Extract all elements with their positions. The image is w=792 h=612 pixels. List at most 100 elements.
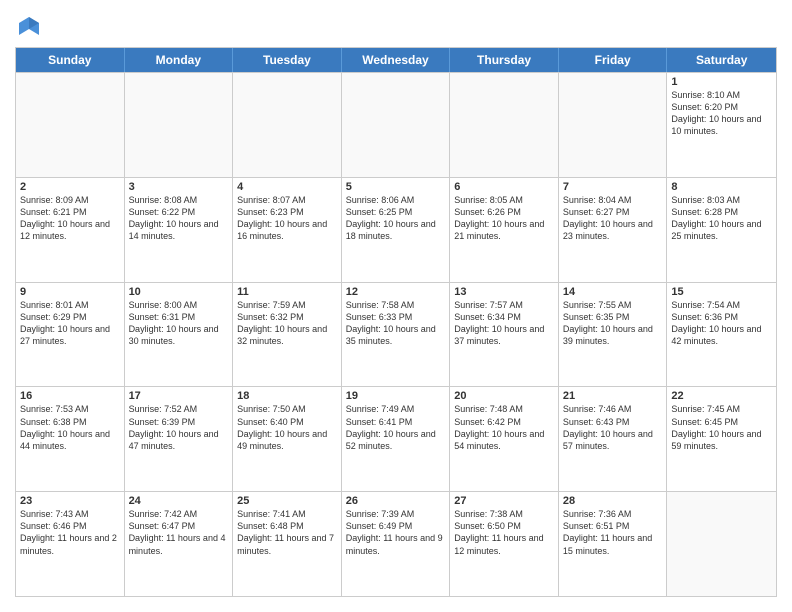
cal-cell: 26 Sunrise: 7:39 AM Sunset: 6:49 PM Dayli… <box>342 492 451 596</box>
cell-info: Sunrise: 7:57 AM Sunset: 6:34 PM Dayligh… <box>454 300 544 346</box>
cell-info: Sunrise: 8:09 AM Sunset: 6:21 PM Dayligh… <box>20 195 110 241</box>
cal-header-thursday: Thursday <box>450 48 559 72</box>
cell-info: Sunrise: 7:55 AM Sunset: 6:35 PM Dayligh… <box>563 300 653 346</box>
cal-cell: 9 Sunrise: 8:01 AM Sunset: 6:29 PM Daylig… <box>16 283 125 387</box>
cal-week-2: 9 Sunrise: 8:01 AM Sunset: 6:29 PM Daylig… <box>16 282 776 387</box>
day-number: 14 <box>563 286 663 298</box>
cal-cell: 19 Sunrise: 7:49 AM Sunset: 6:41 PM Dayli… <box>342 387 451 491</box>
cell-info: Sunrise: 7:38 AM Sunset: 6:50 PM Dayligh… <box>454 509 543 555</box>
cal-cell: 20Sunrise: 7:48 AM Sunset: 6:42 PM Dayli… <box>450 387 559 491</box>
cal-week-4: 23 Sunrise: 7:43 AM Sunset: 6:46 PM Dayli… <box>16 491 776 596</box>
cal-cell <box>342 73 451 177</box>
day-number: 12 <box>346 286 446 298</box>
day-number: 26 <box>346 495 446 507</box>
day-number: 10 <box>129 286 229 298</box>
cell-info: Sunrise: 8:06 AM Sunset: 6:25 PM Dayligh… <box>346 195 436 241</box>
cal-cell <box>667 492 776 596</box>
cell-info: Sunrise: 7:43 AM Sunset: 6:46 PM Dayligh… <box>20 509 117 555</box>
cell-info: Sunrise: 7:42 AM Sunset: 6:47 PM Dayligh… <box>129 509 226 555</box>
day-number: 15 <box>671 286 772 298</box>
cal-cell: 10 Sunrise: 8:00 AM Sunset: 6:31 PM Dayli… <box>125 283 234 387</box>
cell-info: Sunrise: 8:04 AM Sunset: 6:27 PM Dayligh… <box>563 195 653 241</box>
header <box>15 15 777 39</box>
cal-week-3: 16 Sunrise: 7:53 AM Sunset: 6:38 PM Dayli… <box>16 386 776 491</box>
calendar-body: 1 Sunrise: 8:10 AM Sunset: 6:20 PM Daylig… <box>16 72 776 596</box>
cal-cell: 6 Sunrise: 8:05 AM Sunset: 6:26 PM Daylig… <box>450 178 559 282</box>
day-number: 27 <box>454 495 554 507</box>
day-number: 6 <box>454 181 554 193</box>
cal-cell: 11 Sunrise: 7:59 AM Sunset: 6:32 PM Dayli… <box>233 283 342 387</box>
cell-info: Sunrise: 8:03 AM Sunset: 6:28 PM Dayligh… <box>671 195 761 241</box>
day-number: 16 <box>20 390 120 402</box>
cal-header-saturday: Saturday <box>667 48 776 72</box>
cal-cell: 22 Sunrise: 7:45 AM Sunset: 6:45 PM Dayli… <box>667 387 776 491</box>
cal-cell: 16 Sunrise: 7:53 AM Sunset: 6:38 PM Dayli… <box>16 387 125 491</box>
day-number: 13 <box>454 286 554 298</box>
cal-header-monday: Monday <box>125 48 234 72</box>
cal-cell <box>125 73 234 177</box>
cell-info: Sunrise: 7:45 AM Sunset: 6:45 PM Dayligh… <box>671 404 761 450</box>
cell-info: Sunrise: 8:01 AM Sunset: 6:29 PM Dayligh… <box>20 300 110 346</box>
cell-info: Sunrise: 7:58 AM Sunset: 6:33 PM Dayligh… <box>346 300 436 346</box>
cal-cell <box>233 73 342 177</box>
day-number: 25 <box>237 495 337 507</box>
cal-cell: 28 Sunrise: 7:36 AM Sunset: 6:51 PM Dayli… <box>559 492 668 596</box>
cell-info: Sunrise: 7:39 AM Sunset: 6:49 PM Dayligh… <box>346 509 443 555</box>
cell-info: Sunrise: 8:00 AM Sunset: 6:31 PM Dayligh… <box>129 300 219 346</box>
cal-cell: 1 Sunrise: 8:10 AM Sunset: 6:20 PM Daylig… <box>667 73 776 177</box>
page: SundayMondayTuesdayWednesdayThursdayFrid… <box>0 0 792 612</box>
cell-info: Sunrise: 7:59 AM Sunset: 6:32 PM Dayligh… <box>237 300 327 346</box>
cal-cell <box>559 73 668 177</box>
cal-header-sunday: Sunday <box>16 48 125 72</box>
day-number: 4 <box>237 181 337 193</box>
cell-info: Sunrise: 7:52 AM Sunset: 6:39 PM Dayligh… <box>129 404 219 450</box>
day-number: 24 <box>129 495 229 507</box>
day-number: 23 <box>20 495 120 507</box>
cal-cell: 2 Sunrise: 8:09 AM Sunset: 6:21 PM Daylig… <box>16 178 125 282</box>
cal-cell: 25 Sunrise: 7:41 AM Sunset: 6:48 PM Dayli… <box>233 492 342 596</box>
cell-info: Sunrise: 8:08 AM Sunset: 6:22 PM Dayligh… <box>129 195 219 241</box>
cal-cell: 15 Sunrise: 7:54 AM Sunset: 6:36 PM Dayli… <box>667 283 776 387</box>
cal-header-tuesday: Tuesday <box>233 48 342 72</box>
day-number: 2 <box>20 181 120 193</box>
cal-cell: 21Sunrise: 7:46 AM Sunset: 6:43 PM Dayli… <box>559 387 668 491</box>
cell-info: Sunrise: 8:05 AM Sunset: 6:26 PM Dayligh… <box>454 195 544 241</box>
cal-week-1: 2 Sunrise: 8:09 AM Sunset: 6:21 PM Daylig… <box>16 177 776 282</box>
cell-info: Sunrise: 7:53 AM Sunset: 6:38 PM Dayligh… <box>20 404 110 450</box>
cell-info: Sunrise: 7:50 AM Sunset: 6:40 PM Dayligh… <box>237 404 327 450</box>
cal-cell: 23 Sunrise: 7:43 AM Sunset: 6:46 PM Dayli… <box>16 492 125 596</box>
cell-info: Sunrise: 7:41 AM Sunset: 6:48 PM Dayligh… <box>237 509 334 555</box>
day-number: 11 <box>237 286 337 298</box>
cell-info: Sunrise: 8:10 AM Sunset: 6:20 PM Dayligh… <box>671 90 761 136</box>
calendar-header-row: SundayMondayTuesdayWednesdayThursdayFrid… <box>16 48 776 72</box>
cell-info: Sunrise: 7:49 AM Sunset: 6:41 PM Dayligh… <box>346 404 436 450</box>
cal-cell: 13 Sunrise: 7:57 AM Sunset: 6:34 PM Dayli… <box>450 283 559 387</box>
day-number: 8 <box>671 181 772 193</box>
day-number: 21 <box>563 390 663 402</box>
cal-header-wednesday: Wednesday <box>342 48 451 72</box>
day-number: 9 <box>20 286 120 298</box>
logo-icon <box>17 15 41 39</box>
cell-info: Sunrise: 7:54 AM Sunset: 6:36 PM Dayligh… <box>671 300 761 346</box>
cal-cell: 24 Sunrise: 7:42 AM Sunset: 6:47 PM Dayli… <box>125 492 234 596</box>
day-number: 1 <box>671 76 772 88</box>
day-number: 19 <box>346 390 446 402</box>
cal-cell: 5 Sunrise: 8:06 AM Sunset: 6:25 PM Daylig… <box>342 178 451 282</box>
day-number: 5 <box>346 181 446 193</box>
day-number: 22 <box>671 390 772 402</box>
day-number: 18 <box>237 390 337 402</box>
cal-cell <box>450 73 559 177</box>
cell-info: Sunrise: 7:36 AM Sunset: 6:51 PM Dayligh… <box>563 509 652 555</box>
cal-cell: 7Sunrise: 8:04 AM Sunset: 6:27 PM Daylig… <box>559 178 668 282</box>
cal-cell: 18 Sunrise: 7:50 AM Sunset: 6:40 PM Dayli… <box>233 387 342 491</box>
day-number: 20 <box>454 390 554 402</box>
cal-cell: 12 Sunrise: 7:58 AM Sunset: 6:33 PM Dayli… <box>342 283 451 387</box>
cal-cell: 4Sunrise: 8:07 AM Sunset: 6:23 PM Daylig… <box>233 178 342 282</box>
cal-week-0: 1 Sunrise: 8:10 AM Sunset: 6:20 PM Daylig… <box>16 72 776 177</box>
day-number: 3 <box>129 181 229 193</box>
cal-cell: 27 Sunrise: 7:38 AM Sunset: 6:50 PM Dayli… <box>450 492 559 596</box>
cal-header-friday: Friday <box>559 48 668 72</box>
cal-cell: 3 Sunrise: 8:08 AM Sunset: 6:22 PM Daylig… <box>125 178 234 282</box>
cal-cell <box>16 73 125 177</box>
day-number: 28 <box>563 495 663 507</box>
